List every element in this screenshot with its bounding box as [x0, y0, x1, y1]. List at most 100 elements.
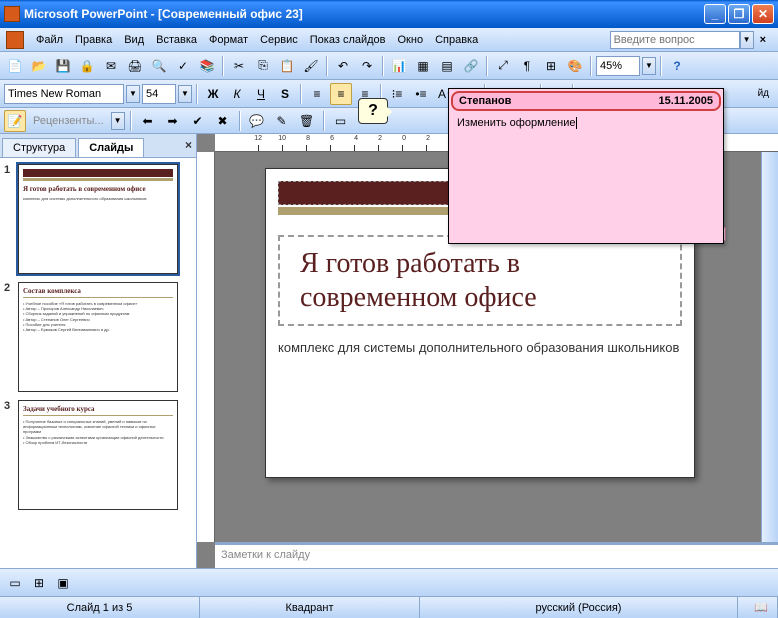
menu-edit[interactable]: Правка: [69, 32, 118, 48]
tab-slides[interactable]: Слайды: [78, 138, 144, 157]
powerpoint-icon[interactable]: [6, 31, 24, 49]
open-button[interactable]: 📂: [28, 55, 50, 77]
hyperlink-button[interactable]: 🔗: [460, 55, 482, 77]
color-button[interactable]: 🎨: [564, 55, 586, 77]
slide-thumbnail-2[interactable]: Состав комплекса • Учебное пособие «Я го…: [18, 282, 178, 392]
underline-button[interactable]: Ч: [250, 83, 272, 105]
menu-help[interactable]: Справка: [429, 32, 484, 48]
reviewing-pane-button[interactable]: ▭: [330, 110, 352, 132]
preview-button[interactable]: 🔍: [148, 55, 170, 77]
copy-button[interactable]: ⎘: [252, 55, 274, 77]
show-formatting-button[interactable]: ¶: [516, 55, 538, 77]
accept-button[interactable]: ✔: [187, 110, 209, 132]
status-spell-icon[interactable]: 📖: [738, 597, 778, 618]
vertical-scrollbar[interactable]: [761, 152, 778, 542]
paste-button[interactable]: 📋: [276, 55, 298, 77]
table-button[interactable]: ▦: [412, 55, 434, 77]
help-question-input[interactable]: [610, 31, 740, 49]
close-button[interactable]: ✕: [752, 4, 774, 24]
research-button[interactable]: 📚: [196, 55, 218, 77]
bold-button[interactable]: Ж: [202, 83, 224, 105]
font-dropdown[interactable]: ▼: [126, 85, 140, 103]
comment-popup[interactable]: Степанов 15.11.2005 Изменить оформление: [448, 88, 724, 244]
menu-show[interactable]: Показ слайдов: [304, 32, 392, 48]
slide-title-text[interactable]: Я готов работать в современном офисе: [300, 247, 660, 314]
cut-button[interactable]: ✂: [228, 55, 250, 77]
minimize-button[interactable]: _: [704, 4, 726, 24]
maximize-button[interactable]: ❐: [728, 4, 750, 24]
slide-subtitle-text[interactable]: комплекс для системы дополнительного обр…: [278, 340, 682, 355]
menu-window[interactable]: Окно: [392, 32, 430, 48]
window-title: Microsoft PowerPoint - [Современный офис…: [24, 7, 704, 21]
menubar: Файл Правка Вид Вставка Формат Сервис По…: [0, 28, 778, 52]
shadow-button[interactable]: S: [274, 83, 296, 105]
align-left-button[interactable]: ≡: [306, 83, 328, 105]
tables-borders-button[interactable]: ▤: [436, 55, 458, 77]
slide-thumbnail-1[interactable]: Я готов работать в современном офисе ком…: [18, 164, 178, 274]
thumb-number: 2: [4, 282, 18, 392]
sorter-view-button[interactable]: ⊞: [28, 572, 50, 594]
reviewers-label[interactable]: Рецензенты...: [33, 115, 104, 127]
comment-header: Степанов 15.11.2005: [451, 91, 721, 111]
help-tooltip[interactable]: ?: [358, 98, 388, 124]
comment-date: 15.11.2005: [659, 95, 713, 107]
size-dropdown[interactable]: ▼: [178, 85, 192, 103]
align-center-button[interactable]: ≡: [330, 83, 352, 105]
reviewers-dropdown[interactable]: ▼: [111, 112, 125, 130]
tab-structure[interactable]: Структура: [2, 138, 76, 157]
menu-insert[interactable]: Вставка: [150, 32, 203, 48]
question-dropdown[interactable]: ▼: [740, 31, 754, 49]
comment-text[interactable]: Изменить оформление: [449, 113, 723, 133]
app-icon: [4, 6, 20, 22]
insert-comment-button[interactable]: 💬: [246, 110, 268, 132]
permission-button[interactable]: 🔒: [76, 55, 98, 77]
bullets-button[interactable]: •≡: [410, 83, 432, 105]
doc-close-button[interactable]: ×: [754, 32, 772, 48]
help-button[interactable]: ?: [666, 55, 688, 77]
status-language[interactable]: русский (Россия): [420, 597, 738, 618]
slide-thumbnails: 1 Я готов работать в современном офисе к…: [0, 158, 196, 568]
menu-tools[interactable]: Сервис: [254, 32, 304, 48]
undo-button[interactable]: ↶: [332, 55, 354, 77]
statusbar: Слайд 1 из 5 Квадрант русский (Россия) 📖: [0, 596, 778, 618]
menu-format[interactable]: Формат: [203, 32, 254, 48]
zoom-combo[interactable]: 45%: [596, 56, 640, 76]
menu-view[interactable]: Вид: [118, 32, 150, 48]
slide-thumbnail-3[interactable]: Задачи учебного курса • Получение базовы…: [18, 400, 178, 510]
italic-button[interactable]: К: [226, 83, 248, 105]
reject-button[interactable]: ✖: [212, 110, 234, 132]
print-button[interactable]: 🖨: [124, 55, 146, 77]
format-painter-button[interactable]: 🖌: [300, 55, 322, 77]
email-button[interactable]: ✉: [100, 55, 122, 77]
thumb-number: 1: [4, 164, 18, 274]
next-comment-button[interactable]: ➡: [162, 110, 184, 132]
prev-comment-button[interactable]: ⬅: [137, 110, 159, 132]
expand-button[interactable]: ⤢: [492, 55, 514, 77]
redo-button[interactable]: ↷: [356, 55, 378, 77]
standard-toolbar: 📄 📂 💾 🔒 ✉ 🖨 🔍 ✓ 📚 ✂ ⎘ 📋 🖌 ↶ ↷ 📊 ▦ ▤ 🔗 ⤢ …: [0, 52, 778, 80]
comment-author: Степанов: [459, 95, 511, 107]
title-placeholder[interactable]: Я готов работать в современном офисе А.С…: [278, 235, 682, 326]
save-button[interactable]: 💾: [52, 55, 74, 77]
pane-tabs: Структура Слайды ×: [0, 134, 196, 158]
new-slide-button[interactable]: йд: [753, 83, 774, 105]
show-markup-button[interactable]: 📝: [4, 110, 26, 132]
outline-slides-pane: Структура Слайды × 1 Я готов работать в …: [0, 134, 197, 568]
drawing-toolbar: ▭ ⊞ ▣: [0, 568, 778, 596]
spell-button[interactable]: ✓: [172, 55, 194, 77]
zoom-dropdown[interactable]: ▼: [642, 57, 656, 75]
pane-close-button[interactable]: ×: [185, 138, 192, 152]
numbering-button[interactable]: ⁝≡: [386, 83, 408, 105]
menu-file[interactable]: Файл: [30, 32, 69, 48]
grid-button[interactable]: ⊞: [540, 55, 562, 77]
font-combo[interactable]: Times New Roman: [4, 84, 124, 104]
new-button[interactable]: 📄: [4, 55, 26, 77]
normal-view-button[interactable]: ▭: [4, 572, 26, 594]
chart-button[interactable]: 📊: [388, 55, 410, 77]
edit-comment-button[interactable]: ✎: [271, 110, 293, 132]
notes-pane[interactable]: Заметки к слайду: [215, 542, 778, 568]
vertical-ruler[interactable]: [197, 152, 215, 542]
slideshow-view-button[interactable]: ▣: [52, 572, 74, 594]
delete-comment-button[interactable]: 🗑: [296, 110, 318, 132]
size-combo[interactable]: 54: [142, 84, 176, 104]
